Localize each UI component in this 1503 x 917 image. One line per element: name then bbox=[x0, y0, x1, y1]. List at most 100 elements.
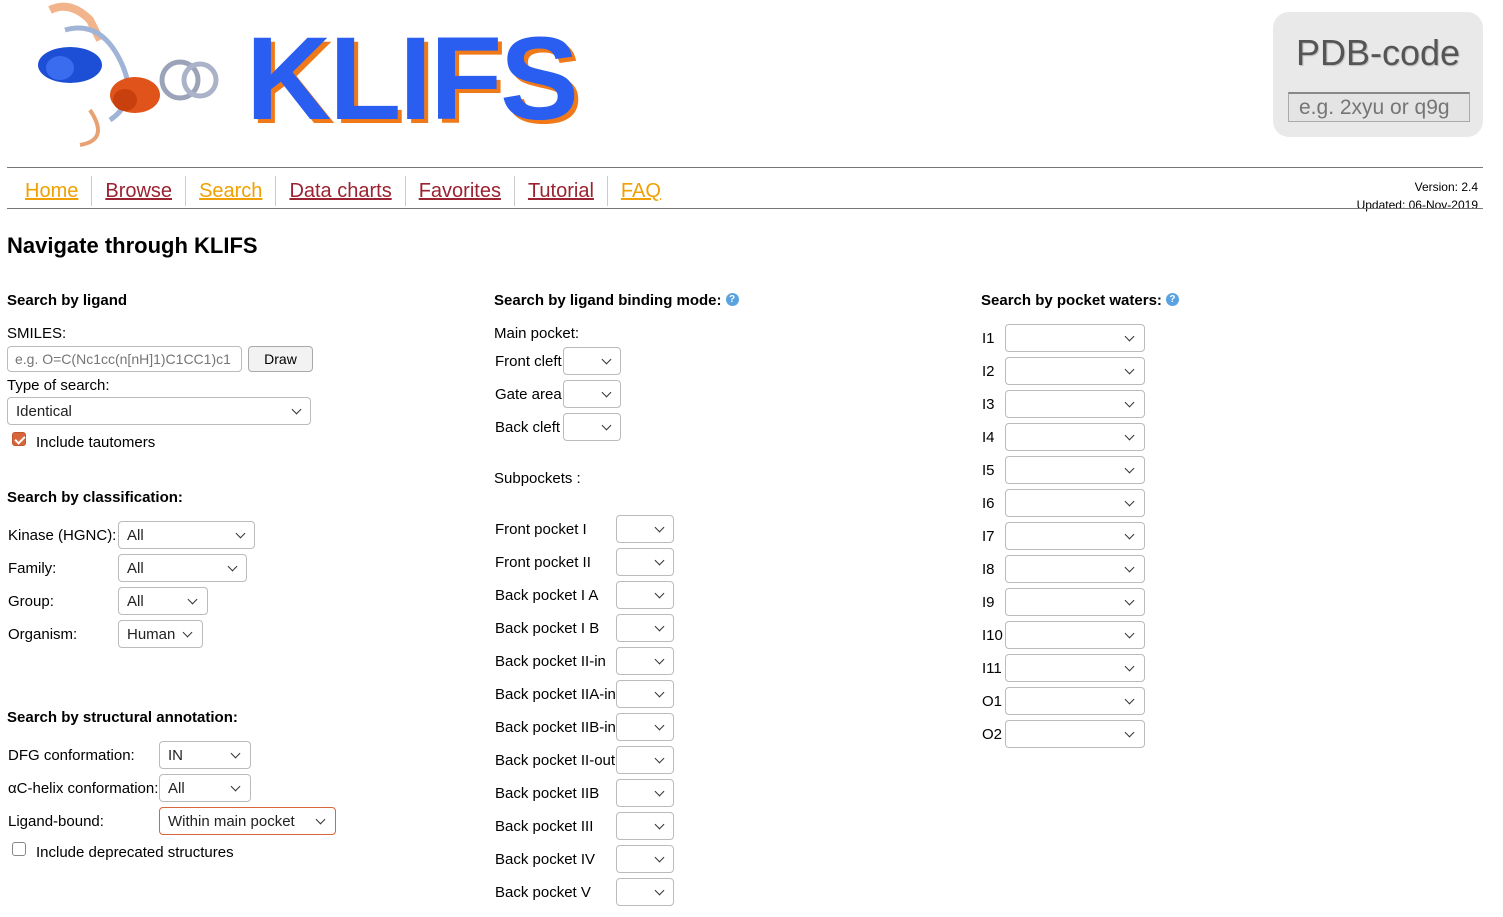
subpocket-label: Back pocket III bbox=[495, 818, 594, 835]
water-label: I10 bbox=[982, 627, 1003, 644]
subpocket-select[interactable] bbox=[616, 746, 674, 774]
kinase-select[interactable]: All bbox=[118, 521, 255, 549]
subpocket-label: Back pocket V bbox=[495, 884, 591, 901]
water-select[interactable] bbox=[1005, 621, 1145, 649]
water-label: I2 bbox=[982, 363, 995, 380]
structural-heading: Search by structural annotation: bbox=[7, 709, 238, 726]
water-select[interactable] bbox=[1005, 489, 1145, 517]
water-label: O2 bbox=[982, 726, 1003, 743]
gate-area-select[interactable] bbox=[563, 380, 621, 408]
alpha-symbol: α bbox=[8, 780, 17, 797]
binding-mode-heading-text: Search by ligand binding mode: bbox=[494, 292, 722, 309]
dfg-label: DFG conformation: bbox=[8, 747, 135, 764]
help-icon[interactable]: ? bbox=[725, 293, 739, 306]
subpocket-select[interactable] bbox=[616, 647, 674, 675]
water-select[interactable] bbox=[1005, 456, 1145, 484]
subpocket-select[interactable] bbox=[616, 812, 674, 840]
header-divider-top bbox=[7, 167, 1483, 168]
binding-mode-heading: Search by ligand binding mode:? bbox=[494, 292, 739, 309]
gate-area-label: Gate area bbox=[495, 386, 562, 403]
water-label: I6 bbox=[982, 495, 995, 512]
organism-select[interactable]: Human bbox=[118, 620, 203, 648]
subpocket-select[interactable] bbox=[616, 680, 674, 708]
klifs-logo-text: KLIFS bbox=[246, 13, 579, 145]
nav-favorites[interactable]: Favorites bbox=[406, 176, 515, 206]
subpocket-label: Back pocket II-out bbox=[495, 752, 616, 769]
water-label: I11 bbox=[982, 660, 1002, 677]
ligand-bound-label: Ligand-bound: bbox=[8, 813, 104, 830]
organism-label: Organism: bbox=[8, 626, 78, 643]
header-divider-bottom bbox=[7, 208, 1483, 209]
family-label: Family: bbox=[8, 560, 57, 577]
nav-faq[interactable]: FAQ bbox=[608, 176, 674, 206]
water-select[interactable] bbox=[1005, 654, 1145, 682]
main-pocket-label: Main pocket: bbox=[494, 325, 580, 342]
water-select[interactable] bbox=[1005, 720, 1145, 748]
subpocket-select[interactable] bbox=[616, 515, 674, 543]
ligand-bound-select[interactable]: Within main pocket bbox=[159, 807, 336, 835]
water-select[interactable] bbox=[1005, 423, 1145, 451]
subpocket-select[interactable] bbox=[616, 548, 674, 576]
classification-heading: Search by classification: bbox=[7, 489, 183, 506]
water-select[interactable] bbox=[1005, 687, 1145, 715]
water-label: I5 bbox=[982, 462, 995, 479]
subpocket-select[interactable] bbox=[616, 713, 674, 741]
front-cleft-select[interactable] bbox=[563, 347, 621, 375]
pdb-code-box: PDB-code bbox=[1273, 12, 1483, 137]
pdb-code-input[interactable] bbox=[1288, 92, 1470, 122]
ac-helix-select[interactable]: All bbox=[159, 774, 251, 802]
klifs-logo-image bbox=[38, 2, 219, 147]
subpocket-label: Front pocket II bbox=[495, 554, 591, 571]
page-title: Navigate through KLIFS bbox=[7, 233, 258, 258]
nav-data-charts[interactable]: Data charts bbox=[276, 176, 406, 206]
water-select[interactable] bbox=[1005, 324, 1145, 352]
subpocket-label: Front pocket I bbox=[495, 521, 587, 538]
subpocket-label: Back pocket I B bbox=[495, 620, 600, 637]
subpocket-label: Back pocket IIA-in bbox=[495, 686, 616, 703]
subpocket-select[interactable] bbox=[616, 614, 674, 642]
water-select[interactable] bbox=[1005, 390, 1145, 418]
water-label: I4 bbox=[982, 429, 995, 446]
subpocket-label: Back pocket II-in bbox=[495, 653, 606, 670]
subpocket-select[interactable] bbox=[616, 581, 674, 609]
subpockets-label: Subpockets : bbox=[494, 470, 581, 487]
version-text: Version: 2.4 bbox=[1414, 180, 1478, 194]
help-icon[interactable]: ? bbox=[1165, 293, 1179, 306]
include-deprecated-checkbox[interactable] bbox=[12, 842, 26, 856]
water-label: I9 bbox=[982, 594, 995, 611]
water-label: I3 bbox=[982, 396, 995, 413]
water-label: I1 bbox=[982, 330, 995, 347]
front-cleft-label: Front cleft bbox=[495, 353, 562, 370]
ac-helix-label-text: C-helix conformation: bbox=[16, 780, 159, 797]
back-cleft-label: Back cleft bbox=[495, 419, 561, 436]
subpocket-label: Back pocket IIB-in bbox=[495, 719, 616, 736]
pdb-code-title: PDB-code bbox=[1295, 32, 1461, 73]
nav-search[interactable]: Search bbox=[186, 176, 277, 206]
main-nav: Home Browse Search Data charts Favorites… bbox=[12, 176, 674, 206]
subpocket-select[interactable] bbox=[616, 845, 674, 873]
family-select[interactable]: All bbox=[118, 554, 247, 582]
include-tautomers-checkbox[interactable] bbox=[12, 432, 26, 446]
back-cleft-select[interactable] bbox=[563, 413, 621, 441]
type-of-search-label: Type of search: bbox=[7, 377, 110, 394]
nav-home[interactable]: Home bbox=[12, 176, 93, 206]
group-select[interactable]: All bbox=[118, 587, 208, 615]
subpocket-select[interactable] bbox=[616, 779, 674, 807]
water-select[interactable] bbox=[1005, 522, 1145, 550]
draw-button[interactable]: Draw bbox=[248, 346, 313, 372]
dfg-select[interactable]: IN bbox=[159, 741, 251, 769]
type-of-search-select[interactable]: Identical bbox=[7, 397, 311, 425]
smiles-input[interactable] bbox=[7, 346, 242, 372]
waters-heading-text: Search by pocket waters: bbox=[981, 292, 1162, 309]
kinase-label: Kinase (HGNC): bbox=[8, 527, 117, 544]
include-tautomers-label: Include tautomers bbox=[36, 434, 156, 451]
nav-tutorial[interactable]: Tutorial bbox=[515, 176, 608, 206]
water-label: I8 bbox=[982, 561, 995, 578]
subpocket-label: Back pocket I A bbox=[495, 587, 599, 604]
water-select[interactable] bbox=[1005, 357, 1145, 385]
waters-heading: Search by pocket waters:? bbox=[981, 292, 1179, 309]
subpocket-select[interactable] bbox=[616, 878, 674, 906]
nav-browse[interactable]: Browse bbox=[92, 176, 187, 206]
water-select[interactable] bbox=[1005, 555, 1145, 583]
water-select[interactable] bbox=[1005, 588, 1145, 616]
